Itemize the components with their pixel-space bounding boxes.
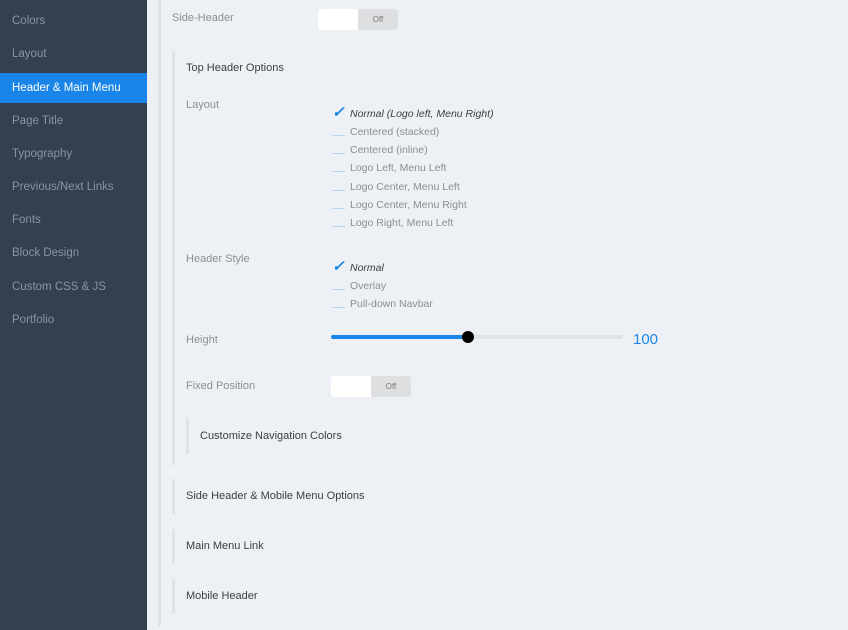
layout-option-logo-center-menu-right[interactable]: Logo Center, Menu Right xyxy=(332,195,467,211)
sidebar-item-header-main-menu[interactable]: Header & Main Menu xyxy=(0,73,147,103)
unchecked-dash-icon xyxy=(332,135,345,136)
layout-option-normal[interactable]: ✓ Normal (Logo left, Menu Right) xyxy=(332,104,494,120)
sidebar-item-fonts[interactable]: Fonts xyxy=(0,205,147,235)
unchecked-dash-icon xyxy=(332,307,345,308)
height-label: Height xyxy=(186,334,218,346)
option-label: Logo Center, Menu Right xyxy=(350,199,467,211)
header-style-option-normal[interactable]: ✓ Normal xyxy=(332,258,384,274)
layout-option-centered-stacked[interactable]: Centered (stacked) xyxy=(332,122,439,138)
section-divider xyxy=(172,529,175,564)
layout-option-logo-left-menu-left[interactable]: Logo Left, Menu Left xyxy=(332,158,446,174)
option-label: Centered (stacked) xyxy=(350,126,440,138)
layout-option-logo-center-menu-left[interactable]: Logo Center, Menu Left xyxy=(332,177,460,193)
layout-option-logo-right-menu-left[interactable]: Logo Right, Menu Left xyxy=(332,213,453,229)
checkmark-icon: ✓ xyxy=(332,104,345,121)
section-divider xyxy=(172,579,175,614)
unchecked-dash-icon xyxy=(332,226,345,227)
option-label: Logo Right, Menu Left xyxy=(350,217,454,229)
option-label: Logo Center, Menu Left xyxy=(350,181,460,193)
side-header-label: Side-Header xyxy=(172,12,234,24)
sidebar-item-block-design[interactable]: Block Design xyxy=(0,238,147,268)
sidebar-item-page-title[interactable]: Page Title xyxy=(0,106,147,136)
height-value: 100 xyxy=(633,331,659,348)
option-label: Normal xyxy=(350,262,384,274)
unchecked-dash-icon xyxy=(332,171,345,172)
unchecked-dash-icon xyxy=(332,153,345,154)
customize-nav-divider xyxy=(186,419,189,454)
toggle-off-label: Off xyxy=(371,376,411,397)
option-label: Overlay xyxy=(350,280,387,292)
unchecked-dash-icon xyxy=(332,289,345,290)
header-style-option-overlay[interactable]: Overlay xyxy=(332,276,386,292)
toggle-off-label: Off xyxy=(358,9,398,30)
toggle-on-part xyxy=(318,9,358,30)
sidebar: Colors Layout Header & Main Menu Page Ti… xyxy=(0,0,147,630)
slider-fill xyxy=(331,335,469,339)
main-content xyxy=(147,0,848,630)
height-slider[interactable] xyxy=(331,331,623,343)
option-label: Normal (Logo left, Menu Right) xyxy=(350,108,494,120)
mobile-header-heading[interactable]: Mobile Header xyxy=(186,590,258,602)
sidebar-item-previous-next-links[interactable]: Previous/Next Links xyxy=(0,172,147,202)
sidebar-item-portfolio[interactable]: Portfolio xyxy=(0,305,147,335)
section-divider xyxy=(172,479,175,514)
sidebar-item-typography[interactable]: Typography xyxy=(0,139,147,169)
outer-divider xyxy=(158,0,161,626)
sidebar-item-colors[interactable]: Colors xyxy=(0,6,147,36)
side-header-mobile-menu-options-heading[interactable]: Side Header & Mobile Menu Options xyxy=(186,490,365,502)
unchecked-dash-icon xyxy=(332,190,345,191)
top-header-options-heading[interactable]: Top Header Options xyxy=(186,62,284,74)
option-label: Pull-down Navbar xyxy=(350,298,433,310)
side-header-toggle[interactable]: Off xyxy=(318,9,398,30)
checkmark-icon: ✓ xyxy=(332,258,345,275)
layout-option-centered-inline[interactable]: Centered (inline) xyxy=(332,140,428,156)
top-header-group-divider xyxy=(172,51,175,465)
header-style-label: Header Style xyxy=(186,253,250,265)
toggle-on-part xyxy=(331,376,371,397)
customize-navigation-colors-heading[interactable]: Customize Navigation Colors xyxy=(200,430,342,442)
sidebar-item-layout[interactable]: Layout xyxy=(0,39,147,69)
unchecked-dash-icon xyxy=(332,208,345,209)
main-menu-link-heading[interactable]: Main Menu Link xyxy=(186,540,264,552)
fixed-position-toggle[interactable]: Off xyxy=(331,376,411,397)
layout-label: Layout xyxy=(186,99,220,111)
option-label: Centered (inline) xyxy=(350,144,428,156)
sidebar-item-custom-css-js[interactable]: Custom CSS & JS xyxy=(0,272,147,302)
option-label: Logo Left, Menu Left xyxy=(350,162,447,174)
fixed-position-label: Fixed Position xyxy=(186,380,256,392)
header-style-option-pull-down-navbar[interactable]: Pull-down Navbar xyxy=(332,294,433,310)
